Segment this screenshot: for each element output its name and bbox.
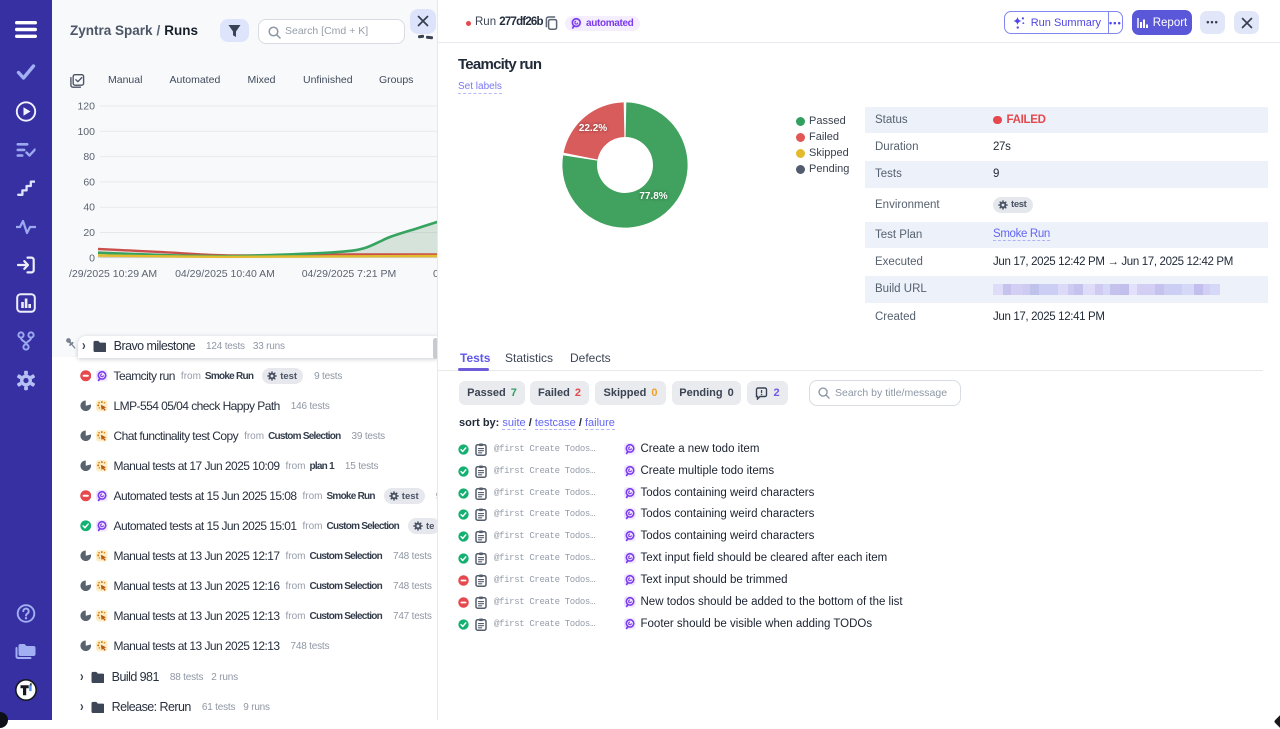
svg-text:04/29/2025 7:21 PM: 04/29/2025 7:21 PM	[302, 268, 397, 280]
svg-text:60: 60	[83, 176, 95, 188]
svg-text:04/29/2025 10:40 AM: 04/29/2025 10:40 AM	[175, 268, 275, 280]
svg-text:0: 0	[89, 252, 95, 264]
svg-text:/29/2025 10:29 AM: /29/2025 10:29 AM	[69, 268, 157, 280]
svg-text:120: 120	[77, 101, 95, 113]
svg-text:22.2%: 22.2%	[579, 123, 607, 134]
svg-text:40: 40	[83, 202, 95, 214]
svg-text:20: 20	[83, 227, 95, 239]
svg-text:77.8%: 77.8%	[639, 191, 667, 202]
svg-text:100: 100	[77, 126, 95, 138]
svg-text:80: 80	[83, 151, 95, 163]
svg-text:04: 04	[433, 268, 438, 280]
